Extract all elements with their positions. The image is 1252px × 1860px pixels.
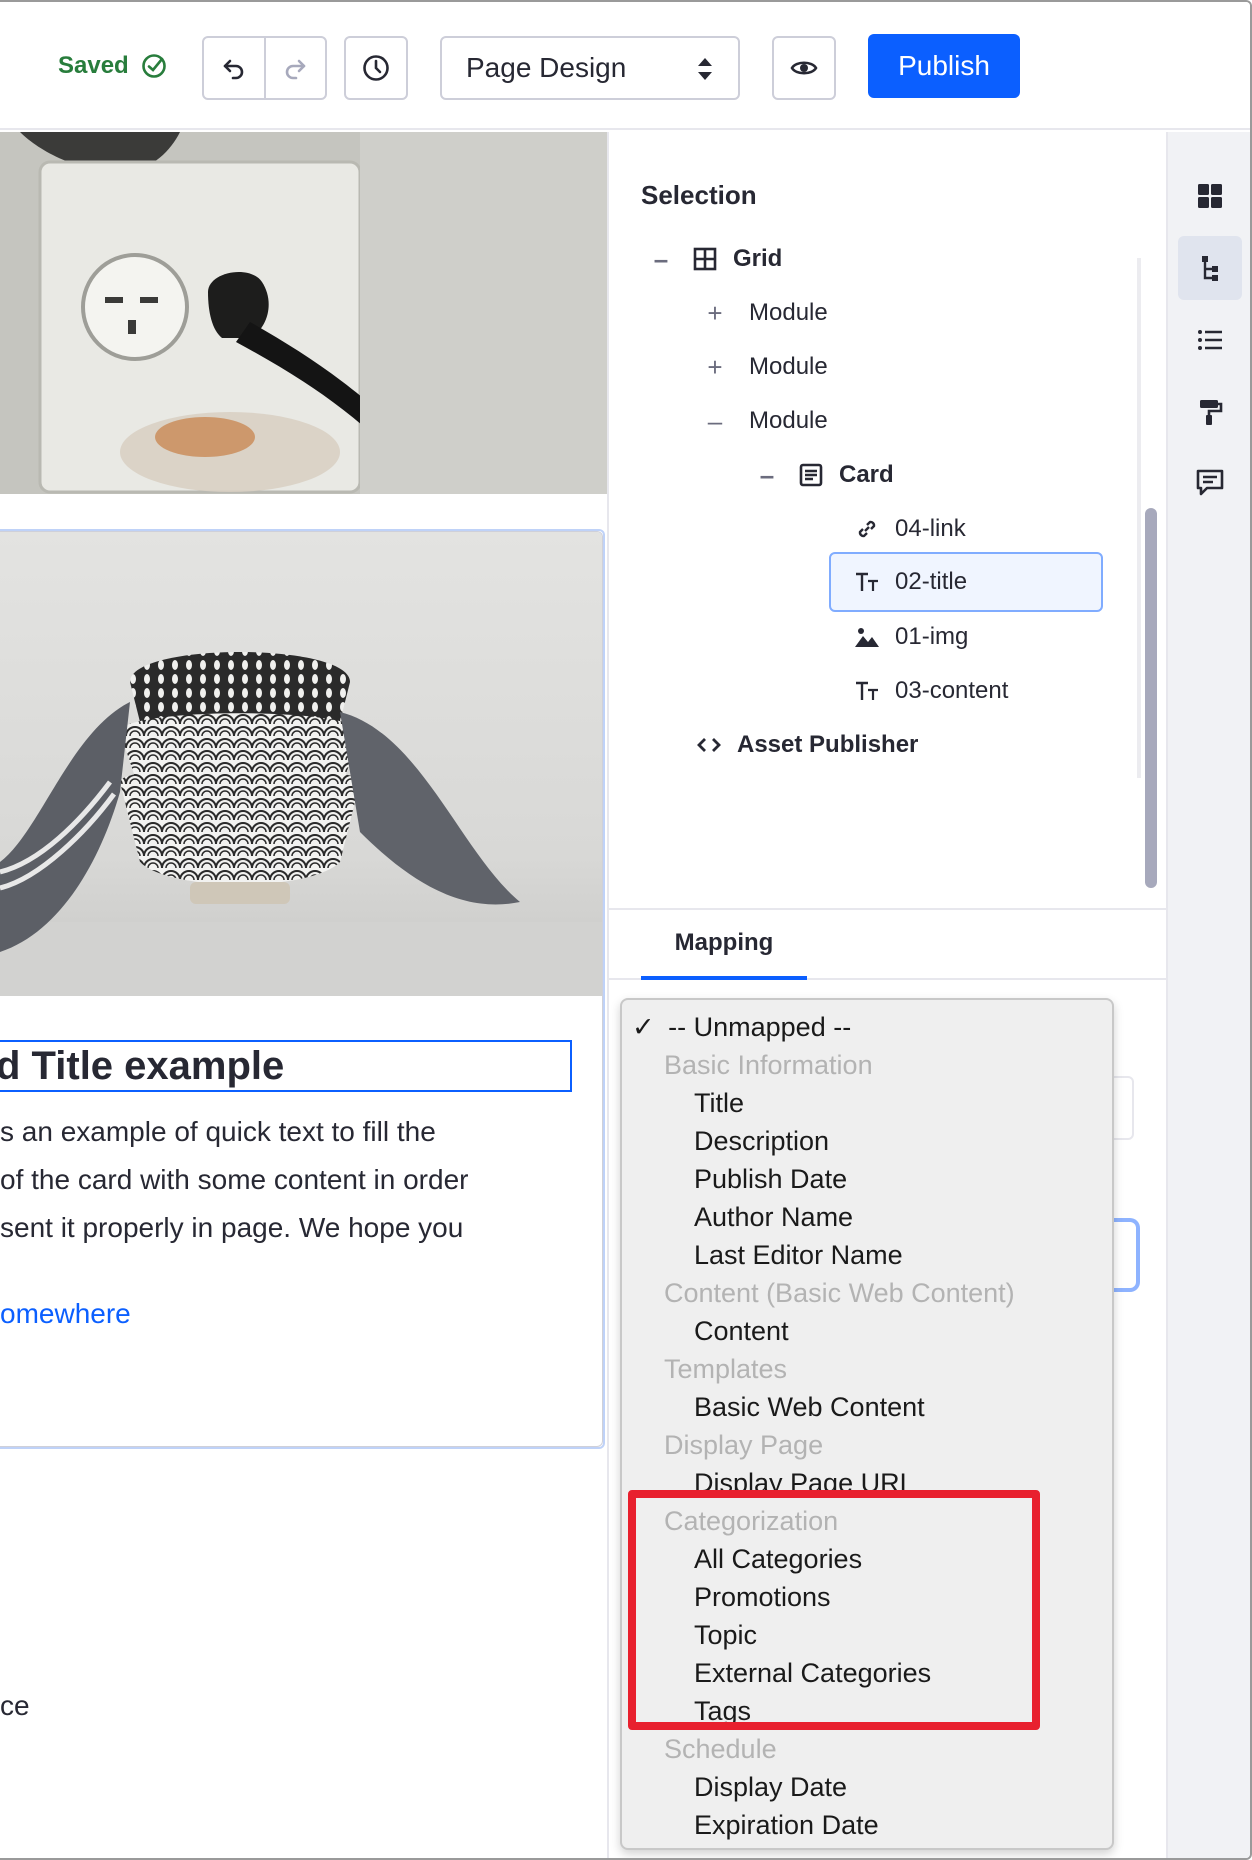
dropdown-option-publish-date[interactable]: Publish Date bbox=[694, 1160, 847, 1198]
tab-mapping[interactable]: Mapping bbox=[641, 910, 807, 980]
dropdown-option-description[interactable]: Description bbox=[694, 1122, 829, 1160]
redo-icon bbox=[285, 59, 306, 80]
tree-node-label: Module bbox=[749, 353, 828, 380]
tree-node-label: Asset Publisher bbox=[737, 731, 919, 758]
tree-node-asset-publisher[interactable]: Asset Publisher bbox=[695, 718, 918, 772]
text-icon bbox=[853, 568, 881, 596]
code-icon bbox=[695, 731, 723, 759]
dropdown-group-content-basic-web-content: Content (Basic Web Content) bbox=[664, 1278, 1015, 1308]
tree-node-label: 01-img bbox=[895, 623, 969, 650]
contents-list-button[interactable] bbox=[1178, 308, 1242, 372]
collapse-toggle[interactable]: – bbox=[755, 460, 779, 491]
tree-node-01-img[interactable]: 01-img bbox=[853, 610, 968, 664]
tree-node-card[interactable]: – Card bbox=[755, 448, 894, 502]
eye-icon bbox=[790, 61, 818, 75]
outlet-image bbox=[0, 132, 607, 494]
text-icon bbox=[853, 677, 881, 705]
dropdown-option-unmapped[interactable]: ✓ -- Unmapped -- bbox=[632, 1008, 851, 1046]
undo-redo-group bbox=[202, 36, 327, 100]
check-mark-icon: ✓ bbox=[632, 1012, 655, 1042]
tree-node-module-1[interactable]: + Module bbox=[703, 286, 828, 340]
tree-node-label: Module bbox=[749, 299, 828, 326]
editor-window: Saved Page Design Publish d Title exampl… bbox=[0, 0, 1252, 1860]
dropdown-group-schedule: Schedule bbox=[664, 1734, 777, 1764]
dropdown-option-last-editor-name[interactable]: Last Editor Name bbox=[694, 1236, 903, 1274]
grid-icon bbox=[691, 245, 719, 273]
panel-tabs: Mapping bbox=[609, 910, 1167, 980]
collapse-toggle[interactable]: – bbox=[703, 406, 727, 437]
tree-node-label: 03-content bbox=[895, 677, 1009, 704]
dropdown-option-author-name[interactable]: Author Name bbox=[694, 1198, 853, 1236]
selection-tree-button[interactable] bbox=[1178, 236, 1242, 300]
card-content[interactable]: s an example of quick text to fill the o… bbox=[0, 1108, 600, 1252]
paint-roller-icon bbox=[1200, 400, 1223, 425]
tree-node-02-title[interactable]: 02-title bbox=[829, 552, 1103, 612]
dropdown-group-basic-information: Basic Information bbox=[664, 1050, 873, 1080]
tree-node-label: Card bbox=[839, 461, 894, 488]
comment-icon bbox=[1196, 469, 1224, 496]
page-canvas: d Title example s an example of quick te… bbox=[0, 132, 607, 1858]
saved-status: Saved bbox=[58, 52, 167, 80]
redo-button[interactable] bbox=[263, 38, 326, 98]
card-link[interactable]: omewhere bbox=[0, 1298, 131, 1330]
preview-button[interactable] bbox=[772, 36, 836, 100]
select-arrows-icon bbox=[698, 58, 712, 80]
dropdown-group-templates: Templates bbox=[664, 1354, 788, 1384]
tree-node-label: 04-link bbox=[895, 515, 966, 542]
tree-node-04-link[interactable]: 04-link bbox=[853, 502, 966, 556]
tree-node-module-3[interactable]: – Module bbox=[703, 394, 828, 448]
panel-title: Selection bbox=[641, 180, 757, 210]
bowls-image bbox=[0, 532, 602, 996]
collapse-toggle[interactable]: – bbox=[649, 244, 673, 275]
tree-node-grid[interactable]: – Grid bbox=[649, 232, 783, 286]
dropdown-option-expiration-date[interactable]: Expiration Date bbox=[694, 1806, 879, 1844]
bowls-photo[interactable] bbox=[0, 532, 602, 996]
image-icon bbox=[853, 623, 881, 651]
tree-node-03-content[interactable]: 03-content bbox=[853, 664, 1008, 718]
dropdown-option-display-date[interactable]: Display Date bbox=[694, 1768, 847, 1806]
mode-select[interactable]: Page Design bbox=[440, 36, 740, 100]
tree-node-module-2[interactable]: + Module bbox=[703, 340, 828, 394]
tree-structure-icon bbox=[1202, 256, 1218, 281]
link-icon bbox=[853, 515, 881, 543]
expand-toggle[interactable]: + bbox=[703, 352, 727, 383]
tree-scrollbar-track bbox=[1137, 258, 1141, 778]
annotation-highlight-box bbox=[628, 1490, 1040, 1730]
saved-label: Saved bbox=[58, 52, 129, 79]
canvas-text-fragment: ce bbox=[0, 1690, 30, 1721]
history-button[interactable] bbox=[344, 36, 408, 100]
comments-button[interactable] bbox=[1178, 450, 1242, 514]
tree-node-label: 02-title bbox=[895, 568, 968, 595]
outlet-photo[interactable] bbox=[0, 132, 607, 494]
sidebar-rail bbox=[1166, 132, 1250, 1858]
publish-button[interactable]: Publish bbox=[868, 34, 1020, 98]
card-container: d Title example s an example of quick te… bbox=[0, 531, 603, 1447]
clock-icon bbox=[363, 55, 389, 81]
dropdown-option-title[interactable]: Title bbox=[694, 1084, 744, 1122]
list-icon bbox=[1198, 330, 1222, 350]
tree-node-label: Grid bbox=[733, 245, 783, 272]
fragments-button[interactable] bbox=[1178, 164, 1242, 228]
card-title[interactable]: d Title example bbox=[0, 1040, 572, 1092]
expand-toggle[interactable]: + bbox=[703, 298, 727, 329]
check-circle-icon bbox=[141, 54, 166, 78]
card-fragment[interactable]: d Title example s an example of quick te… bbox=[0, 529, 605, 1449]
widgets-grid-icon bbox=[1198, 184, 1222, 208]
dropdown-option-basic-web-content[interactable]: Basic Web Content bbox=[694, 1388, 925, 1426]
option-label: -- Unmapped -- bbox=[668, 1012, 852, 1042]
tree-node-label: Module bbox=[749, 407, 828, 434]
mode-select-value: Page Design bbox=[466, 52, 627, 83]
dropdown-group-display-page: Display Page bbox=[664, 1430, 824, 1460]
page-design-options-button[interactable] bbox=[1178, 380, 1242, 444]
dropdown-option-content[interactable]: Content bbox=[694, 1312, 789, 1350]
undo-icon bbox=[223, 59, 244, 80]
undo-button[interactable] bbox=[204, 38, 264, 98]
tree-scrollbar-thumb[interactable] bbox=[1145, 508, 1157, 888]
card-icon bbox=[797, 461, 825, 489]
top-toolbar: Saved Page Design Publish bbox=[0, 2, 1250, 130]
